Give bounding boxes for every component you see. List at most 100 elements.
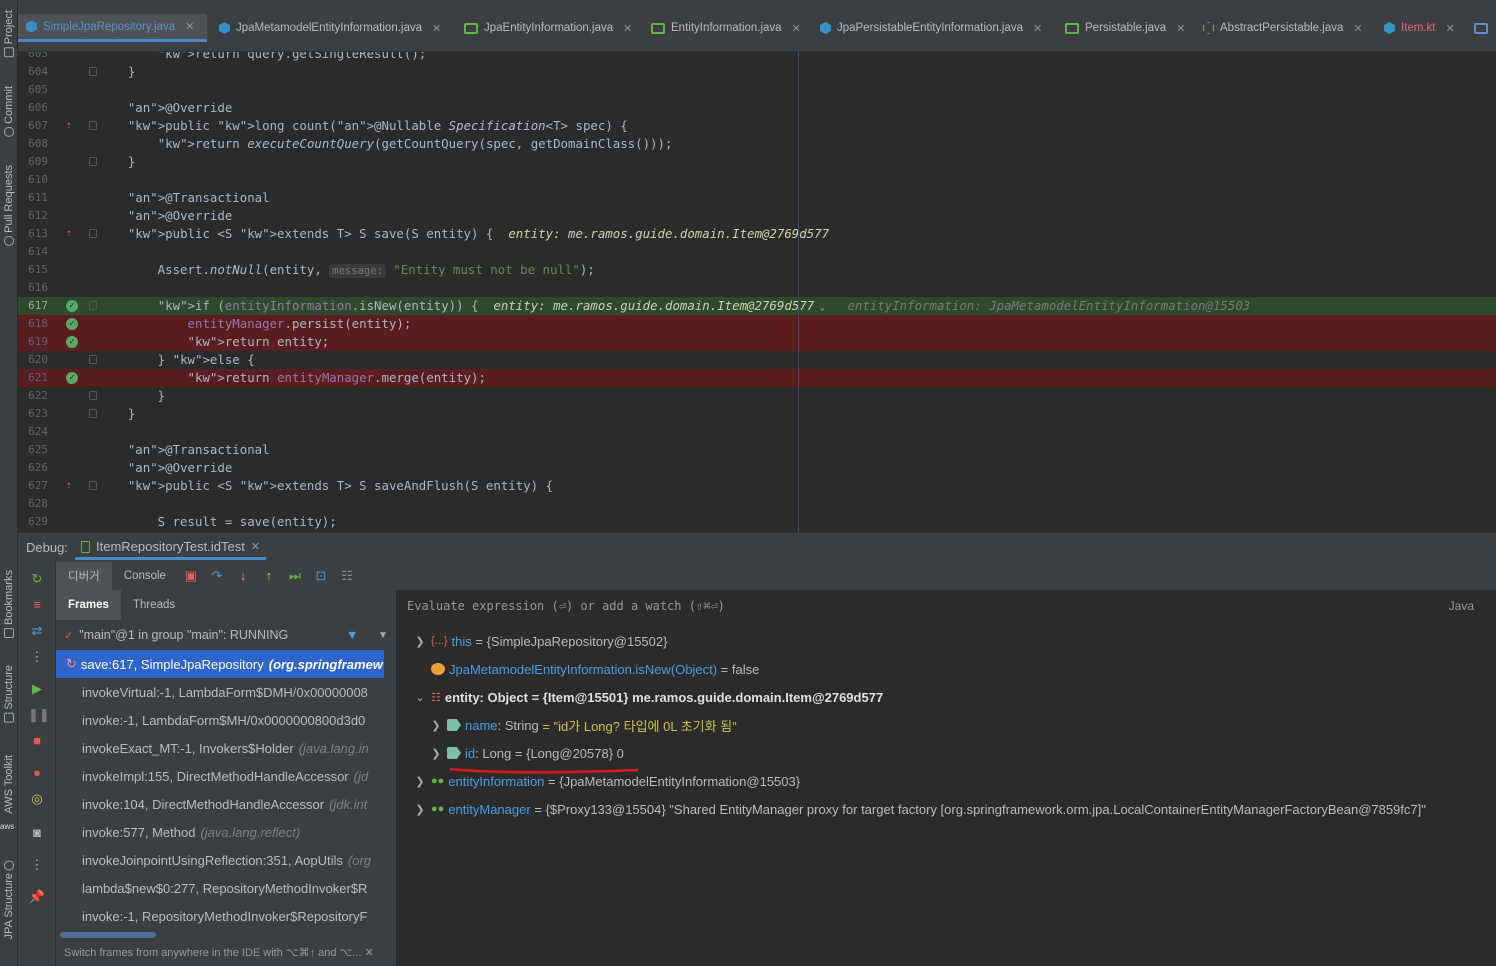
close-icon[interactable]: ✕ — [1033, 22, 1042, 35]
thread-selector[interactable]: ✓ "main"@1 in group "main": RUNNING ▼ ▼ — [56, 620, 396, 650]
close-icon[interactable]: ✕ — [1353, 22, 1362, 35]
fold-marker-icon[interactable] — [89, 481, 97, 490]
tab-debugger[interactable]: 디버거 — [56, 562, 112, 590]
bookmarks-tool-button[interactable]: Bookmarks — [1, 570, 17, 639]
close-icon[interactable]: ✕ — [1446, 22, 1455, 35]
line-number[interactable]: 613 — [18, 225, 48, 243]
pause-icon[interactable]: ❚❚ — [28, 706, 50, 724]
tab-item-kt[interactable]: Item.kt ✕ — [1376, 14, 1463, 42]
close-icon[interactable]: ✕ — [1176, 22, 1185, 35]
stack-frame[interactable]: invoke:577, Method (java.lang.reflect) — [56, 818, 384, 846]
code-editor[interactable]: 603 "kw">return query.getSingleResult();… — [18, 52, 1496, 532]
var-entity-manager[interactable]: ❯ ●● entityManager = {$Proxy133@15504} "… — [413, 795, 1425, 823]
close-icon[interactable]: ✕ — [623, 22, 632, 35]
step-into-icon[interactable]: ↓ — [234, 567, 252, 585]
stack-frame[interactable]: invoke:104, DirectMethodHandleAccessor (j… — [56, 790, 384, 818]
structure-tool-button[interactable]: Structure — [1, 665, 17, 723]
code-line[interactable]: 628 — [18, 495, 1496, 513]
fold-marker-icon[interactable] — [89, 301, 97, 310]
close-icon[interactable]: ✕ — [185, 20, 194, 33]
code-line[interactable]: 618 ✓ entityManager.persist(entity); — [18, 315, 1496, 333]
mute-breakpoints-icon[interactable]: ◎ — [28, 790, 46, 808]
line-number[interactable]: 610 — [18, 171, 48, 189]
stack-frame[interactable]: ↻ save:617, SimpleJpaRepository (org.spri… — [56, 650, 384, 678]
trace-icon[interactable]: ☷ — [338, 567, 356, 585]
stack-frame[interactable]: invoke:-1, LambdaForm$MH/0x0000000800d3d… — [56, 706, 384, 734]
fold-marker-icon[interactable] — [89, 391, 97, 400]
code-line[interactable]: 617 ✓ "kw">if (entityInformation.isNew(en… — [18, 297, 1496, 315]
code-line[interactable]: 627 ⇡ "kw">public <S "kw">extends T> S sa… — [18, 477, 1496, 495]
tab-jpametamodelentityinformation[interactable]: JpaMetamodelEntityInformation.java ✕ — [211, 14, 449, 42]
code-line[interactable]: 622 } — [18, 387, 1496, 405]
verified-breakpoint-icon[interactable]: ✓ — [66, 300, 78, 312]
line-number[interactable]: 607 — [18, 117, 48, 135]
chevron-right-icon[interactable]: ❯ — [413, 775, 427, 788]
code-line[interactable]: 603 "kw">return query.getSingleResult(); — [18, 52, 1496, 63]
chevron-down-icon[interactable]: ⌄ — [413, 691, 427, 704]
var-name[interactable]: ❯ name : String = "id가 Long? 타입에 0L 초기화 … — [429, 711, 736, 739]
evaluate-expression-icon[interactable]: ⊡ — [312, 567, 330, 585]
line-number[interactable]: 609 — [18, 153, 48, 171]
tab-abstractpersistable[interactable]: AbstractPersistable.java ✕ — [1195, 14, 1371, 42]
code-line[interactable]: 620 } "kw">else { — [18, 351, 1496, 369]
code-line[interactable]: 612 "an">@Override — [18, 207, 1496, 225]
language-label[interactable]: Java — [1449, 599, 1474, 613]
show-execution-point-icon[interactable]: ▣ — [182, 567, 200, 585]
horizontal-scrollbar[interactable] — [60, 932, 156, 938]
implementing-method-icon[interactable]: ⇡ — [66, 120, 78, 132]
chevron-right-icon[interactable]: ❯ — [429, 747, 443, 760]
stop-icon[interactable]: ■ — [28, 732, 46, 750]
line-number[interactable]: 617 — [18, 297, 48, 315]
stack-frame[interactable]: invokeExact_MT:-1, Invokers$Holder (java.… — [56, 734, 384, 762]
modify-run-config-icon[interactable]: ≡ — [28, 596, 46, 614]
line-number[interactable]: 618 — [18, 315, 48, 333]
fold-marker-icon[interactable] — [89, 355, 97, 364]
fold-marker-icon[interactable] — [89, 67, 97, 76]
close-icon[interactable]: ✕ — [251, 540, 260, 553]
line-number[interactable]: 629 — [18, 513, 48, 531]
tab-simplejparepository[interactable]: SimpleJpaRepository.java ✕ — [18, 14, 207, 42]
stack-frame[interactable]: invokeImpl:155, DirectMethodHandleAccess… — [56, 762, 384, 790]
tab-frames[interactable]: Frames — [56, 590, 121, 620]
code-line[interactable]: 607 ⇡ "kw">public "kw">long count("an">@N… — [18, 117, 1496, 135]
line-number[interactable]: 624 — [18, 423, 48, 441]
run-to-cursor-icon[interactable]: ⏭ — [286, 567, 304, 585]
step-over-icon[interactable]: ↷ — [208, 567, 226, 585]
fold-marker-icon[interactable] — [89, 121, 97, 130]
debug-session-tab[interactable]: ItemRepositoryTest.idTest ✕ — [75, 536, 267, 560]
code-line[interactable]: 621 ✓ "kw">return entityManager.merge(ent… — [18, 369, 1496, 387]
chevron-down-icon[interactable]: ▼ — [378, 630, 388, 641]
step-out-icon[interactable]: ↑ — [260, 567, 278, 585]
tab-entityinformation[interactable]: EntityInformation.java ✕ — [643, 14, 809, 42]
more-tabs-icon[interactable] — [1466, 14, 1496, 42]
code-line[interactable]: 616 — [18, 279, 1496, 297]
line-number[interactable]: 615 — [18, 261, 48, 279]
implementing-method-icon[interactable]: ⇡ — [66, 228, 78, 240]
verified-breakpoint-icon[interactable]: ✓ — [66, 318, 78, 330]
code-line[interactable]: 614 — [18, 243, 1496, 261]
line-number[interactable]: 620 — [18, 351, 48, 369]
tab-threads[interactable]: Threads — [121, 590, 187, 620]
verified-breakpoint-icon[interactable]: ✓ — [66, 372, 78, 384]
line-number[interactable]: 623 — [18, 405, 48, 423]
code-line[interactable]: 625 "an">@Transactional — [18, 441, 1496, 459]
line-number[interactable]: 611 — [18, 189, 48, 207]
code-line[interactable]: 606 "an">@Override — [18, 99, 1496, 117]
code-line[interactable]: 611 "an">@Transactional — [18, 189, 1496, 207]
line-number[interactable]: 621 — [18, 369, 48, 387]
stack-frame[interactable]: lambda$new$0:277, RepositoryMethodInvoke… — [56, 874, 384, 902]
code-line[interactable]: 609 } — [18, 153, 1496, 171]
stack-frame[interactable]: invoke:-1, RepositoryMethodInvoker$Repos… — [56, 902, 384, 930]
line-number[interactable]: 604 — [18, 63, 48, 81]
line-number[interactable]: 606 — [18, 99, 48, 117]
camera-icon[interactable]: ◙ — [28, 824, 46, 842]
line-number[interactable]: 628 — [18, 495, 48, 513]
code-line[interactable]: 608 "kw">return executeCountQuery(getCou… — [18, 135, 1496, 153]
fold-marker-icon[interactable] — [89, 157, 97, 166]
code-line[interactable]: 605 — [18, 81, 1496, 99]
code-line[interactable]: 619 ✓ "kw">return entity; — [18, 333, 1496, 351]
var-id[interactable]: ❯ id : Long = {Long@20578} 0 — [429, 739, 624, 767]
tab-console[interactable]: Console — [112, 562, 178, 590]
var-this[interactable]: ❯ {...} this = {SimpleJpaRepository@1550… — [413, 627, 667, 655]
code-line[interactable]: 624 — [18, 423, 1496, 441]
